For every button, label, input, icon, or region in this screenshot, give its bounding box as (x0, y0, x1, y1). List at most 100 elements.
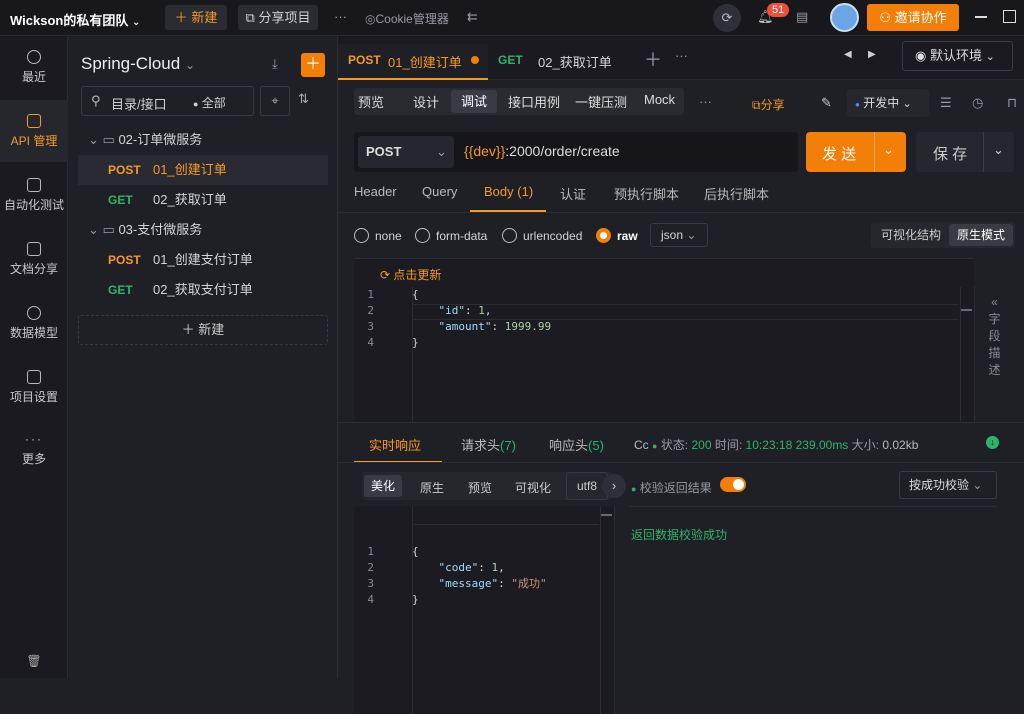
scrollbar[interactable] (600, 506, 612, 714)
clock-icon (27, 50, 41, 64)
edit-icon[interactable]: ✎ (821, 95, 832, 111)
view-tab-raw[interactable]: 原生 (420, 479, 444, 496)
tab-query[interactable]: Query (422, 184, 457, 199)
subtab-stress[interactable]: 一键压测 (575, 92, 627, 111)
tree-api-active[interactable]: POST 01_创建订单 (78, 155, 328, 185)
filter-select[interactable]: ● 全部 (193, 94, 226, 111)
mode-raw[interactable]: 原生模式 (949, 224, 1013, 246)
add-button[interactable]: ＋ (301, 53, 325, 77)
subtab-debug[interactable]: 调试 (451, 90, 497, 113)
tab-live-response[interactable]: 实时响应 (369, 435, 421, 454)
resp-headers-count: (5) (588, 438, 604, 453)
trash-icon[interactable]: 🗑︎ (0, 654, 68, 668)
validate-toggle[interactable] (720, 477, 746, 492)
chevron-down-icon[interactable]: ⌄ (883, 142, 894, 158)
tab-request-headers[interactable]: 请求头(7) (461, 435, 516, 454)
radio-urlencoded[interactable] (502, 228, 517, 243)
subtab-cases[interactable]: 接口用例 (508, 92, 560, 111)
new-button[interactable]: ＋ 新建 (165, 5, 227, 30)
chevron-down-icon: ⌄ (985, 51, 995, 63)
nav-doc-share[interactable]: 文档分享 (0, 242, 68, 277)
request-editor[interactable]: ⟳ 点击更新 1 { 2 "id": 1, 3 "amount": 1999.99… (354, 258, 974, 423)
tab-auth[interactable]: 认证 (560, 184, 586, 203)
list-icon[interactable]: ☰ (940, 95, 952, 111)
tab-response-headers[interactable]: 响应头(5) (549, 435, 604, 454)
lock-icon[interactable]: ⊓ (1007, 95, 1017, 111)
nav-project-settings[interactable]: 项目设置 (0, 370, 68, 405)
nav-recent[interactable]: 最近 (0, 50, 68, 85)
share-label: 分享项目 (258, 10, 311, 25)
sort-icon[interactable]: ⇅ (298, 91, 309, 107)
share-doc-button[interactable]: ⧉分享 (752, 96, 785, 113)
share-project-button[interactable]: ⧉ 分享项目 (238, 5, 318, 30)
radio-raw[interactable] (596, 228, 611, 243)
search-box[interactable]: ⚲ 目录/接口 ● 全部 (81, 86, 254, 116)
url-input[interactable]: {{dev}}:2000/order/create (464, 143, 620, 159)
view-tab-visual[interactable]: 可视化 (515, 479, 551, 496)
history-icon[interactable]: ◷ (972, 95, 983, 111)
avatar[interactable] (830, 3, 859, 32)
download-icon[interactable]: ↓ (986, 436, 999, 449)
tab-post-script[interactable]: 后执行脚本 (704, 184, 769, 203)
tab-header[interactable]: Header (354, 184, 397, 199)
hot-update-link[interactable]: ⟳ 点击更新 (380, 266, 441, 283)
chevron-down-icon: ⌄ (88, 222, 99, 237)
tab-pre-script[interactable]: 预执行脚本 (614, 184, 679, 203)
tab[interactable]: GET 02_获取订单 (488, 44, 618, 80)
tree-api[interactable]: POST 01_创建支付订单 (78, 245, 328, 275)
view-tab-pretty[interactable]: 美化 (364, 475, 402, 497)
subtab-design[interactable]: 设计 (413, 92, 439, 111)
more-icon[interactable]: ··· (334, 9, 347, 24)
scrollbar[interactable] (960, 287, 972, 423)
method-select[interactable]: POST ⌄ (358, 136, 454, 168)
locate-icon[interactable]: ⌖ (260, 86, 290, 116)
nav-api-management[interactable]: API 管理 (0, 114, 68, 149)
team-switcher[interactable]: Wickson的私有团队 ⌄ (10, 10, 140, 29)
tree-api[interactable]: GET 02_获取订单 (78, 185, 328, 215)
tree-folder[interactable]: ⌄ ▭ 03-支付微服务 (78, 215, 328, 245)
mode-visual[interactable]: 可视化结构 (874, 225, 948, 245)
line-number: 4 (367, 593, 374, 606)
subtab-preview[interactable]: 预览 (358, 92, 384, 111)
response-editor[interactable]: 1 { 2 "code": 1, 3 "message": "成功" 4} (354, 506, 614, 714)
sync-icon[interactable]: ⟳ (713, 4, 741, 32)
resp-headers-label: 响应头 (549, 438, 589, 453)
view-tab-preview[interactable]: 预览 (468, 479, 492, 496)
minimize-icon[interactable] (975, 16, 987, 18)
nav-more[interactable]: ··· 更多 (0, 432, 68, 467)
tab-active[interactable]: POST 01_创建订单 (338, 44, 488, 80)
chevron-right-icon[interactable]: › (602, 474, 626, 498)
more-icon[interactable]: ··· (675, 48, 688, 63)
chevron-right-icon[interactable]: ▶ (868, 49, 876, 60)
project-switcher[interactable]: Spring-Cloud ⌄ (81, 54, 195, 74)
more-icon[interactable]: ··· (699, 94, 712, 109)
validate-mode-select[interactable]: 按成功校验 ⌄ (899, 471, 997, 499)
invite-button[interactable]: ⚇ 邀请协作 (867, 4, 959, 31)
chevron-down-icon[interactable]: ⌄ (993, 142, 1004, 158)
nav-data-model[interactable]: 数据模型 (0, 306, 68, 341)
save-button[interactable]: 保 存 ⌄ (916, 132, 1014, 172)
notes-icon[interactable]: ▤ (796, 9, 808, 25)
radio-none[interactable] (354, 228, 369, 243)
nav-automation[interactable]: 自动化测试 (0, 178, 68, 213)
chevron-left-icon[interactable]: ◀ (844, 49, 852, 60)
env-select[interactable]: ◉ 默认环境 ⌄ (902, 41, 1013, 71)
notification-badge: 51 (767, 3, 790, 17)
format-select[interactable]: json ⌄ (650, 223, 708, 247)
radio-form-data[interactable] (415, 228, 430, 243)
tree-folder[interactable]: ⌄ ▭ 02-订单微服务 (78, 125, 328, 155)
new-item-button[interactable]: ＋ 新建 (78, 315, 328, 345)
add-tab-icon[interactable]: ＋ (644, 46, 662, 72)
collapse-icon[interactable]: ⇇ (467, 9, 478, 25)
import-icon[interactable]: ⤓ (272, 56, 278, 72)
tree-api[interactable]: GET 02_获取支付订单 (78, 275, 328, 305)
tab-body[interactable]: Body (1) (484, 184, 533, 199)
maximize-icon[interactable] (1003, 10, 1016, 23)
env-status-select[interactable]: ● 开发中 ⌄ (847, 89, 929, 117)
subtab-mock[interactable]: Mock (644, 92, 675, 107)
chevron-down-icon: ⌄ (184, 58, 196, 72)
cookie-manager-button[interactable]: ◎Cookie管理器 (365, 10, 449, 27)
field-desc-panel[interactable]: « 字 段 描 述 (974, 286, 1014, 422)
search-input[interactable]: 目录/接口 (111, 94, 167, 113)
send-button[interactable]: 发 送 ⌄ (806, 132, 906, 172)
